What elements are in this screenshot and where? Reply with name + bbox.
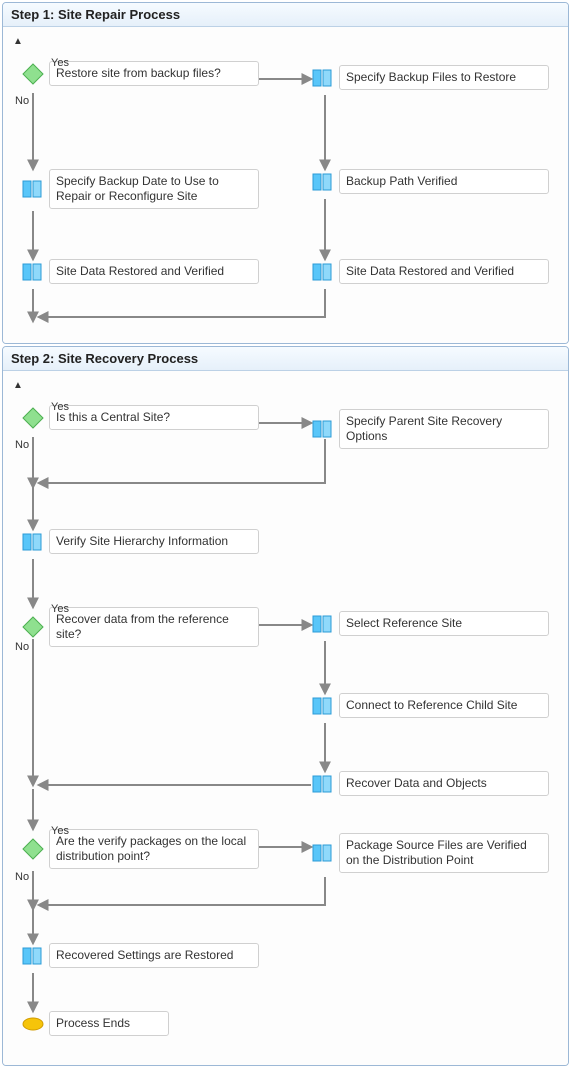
edge-label-no: No (15, 439, 29, 451)
node-parent-recovery-options-label: Specify Parent Site Recovery Options (339, 409, 549, 449)
node-specify-backup-date-label: Specify Backup Date to Use to Repair or … (49, 169, 259, 209)
task-icon (21, 177, 45, 201)
step1-panel: Step 1: Site Repair Process ▲ (2, 2, 569, 344)
node-package-source-verified: Package Source Files are Verified on the… (311, 833, 551, 873)
node-specify-backup-date: Specify Backup Date to Use to Repair or … (21, 169, 261, 209)
task-icon (311, 612, 335, 636)
decision-icon (21, 406, 45, 430)
node-verify-hierarchy-label: Verify Site Hierarchy Information (49, 529, 259, 554)
node-specify-backup-files-label: Specify Backup Files to Restore (339, 65, 549, 90)
step1-body: ▲ (3, 27, 568, 343)
task-icon (311, 417, 335, 441)
node-site-data-restored-right: Site Data Restored and Verified (311, 259, 551, 284)
step2-panel: Step 2: Site Recovery Process ▲ (2, 346, 569, 1066)
task-icon (311, 841, 335, 865)
edge-label-yes: Yes (51, 57, 69, 69)
node-recovered-settings-restored: Recovered Settings are Restored (21, 943, 261, 968)
step1-title: Step 1: Site Repair Process (11, 7, 180, 22)
edge-label-yes: Yes (51, 401, 69, 413)
node-verify-hierarchy: Verify Site Hierarchy Information (21, 529, 261, 554)
node-recover-data-objects: Recover Data and Objects (311, 771, 551, 796)
node-backup-path-verified: Backup Path Verified (311, 169, 551, 194)
edge-label-yes: Yes (51, 825, 69, 837)
node-site-data-restored-left-label: Site Data Restored and Verified (49, 259, 259, 284)
task-icon (21, 260, 45, 284)
task-icon (311, 170, 335, 194)
task-icon (311, 694, 335, 718)
task-icon (21, 530, 45, 554)
node-package-source-verified-label: Package Source Files are Verified on the… (339, 833, 549, 873)
decision-recover-reference-label: Recover data from the reference site? (49, 607, 259, 647)
collapse-toggle-icon[interactable]: ▲ (9, 34, 27, 49)
node-select-reference-site: Select Reference Site (311, 611, 551, 636)
edge-label-no: No (15, 871, 29, 883)
node-connect-reference-child: Connect to Reference Child Site (311, 693, 551, 718)
node-parent-recovery-options: Specify Parent Site Recovery Options (311, 409, 551, 449)
edge-label-yes: Yes (51, 603, 69, 615)
node-specify-backup-files: Specify Backup Files to Restore (311, 65, 551, 90)
decision-icon (21, 615, 45, 639)
collapse-toggle-icon[interactable]: ▲ (9, 378, 27, 393)
task-icon (21, 944, 45, 968)
edge-label-no: No (15, 641, 29, 653)
step2-title: Step 2: Site Recovery Process (11, 351, 198, 366)
step2-body: ▲ (3, 371, 568, 1065)
decision-icon (21, 62, 45, 86)
step2-header: Step 2: Site Recovery Process (3, 347, 568, 371)
node-backup-path-verified-label: Backup Path Verified (339, 169, 549, 194)
task-icon (311, 66, 335, 90)
node-site-data-restored-right-label: Site Data Restored and Verified (339, 259, 549, 284)
decision-verify-packages-label: Are the verify packages on the local dis… (49, 829, 259, 869)
decision-restore-backup-label: Restore site from backup files? (49, 61, 259, 86)
node-connect-reference-child-label: Connect to Reference Child Site (339, 693, 549, 718)
step1-header: Step 1: Site Repair Process (3, 3, 568, 27)
decision-icon (21, 837, 45, 861)
node-recover-data-objects-label: Recover Data and Objects (339, 771, 549, 796)
task-icon (311, 260, 335, 284)
node-select-reference-site-label: Select Reference Site (339, 611, 549, 636)
edge-label-no: No (15, 95, 29, 107)
node-recovered-settings-restored-label: Recovered Settings are Restored (49, 943, 259, 968)
task-icon (311, 772, 335, 796)
decision-central-site-label: Is this a Central Site? (49, 405, 259, 430)
node-site-data-restored-left: Site Data Restored and Verified (21, 259, 261, 284)
